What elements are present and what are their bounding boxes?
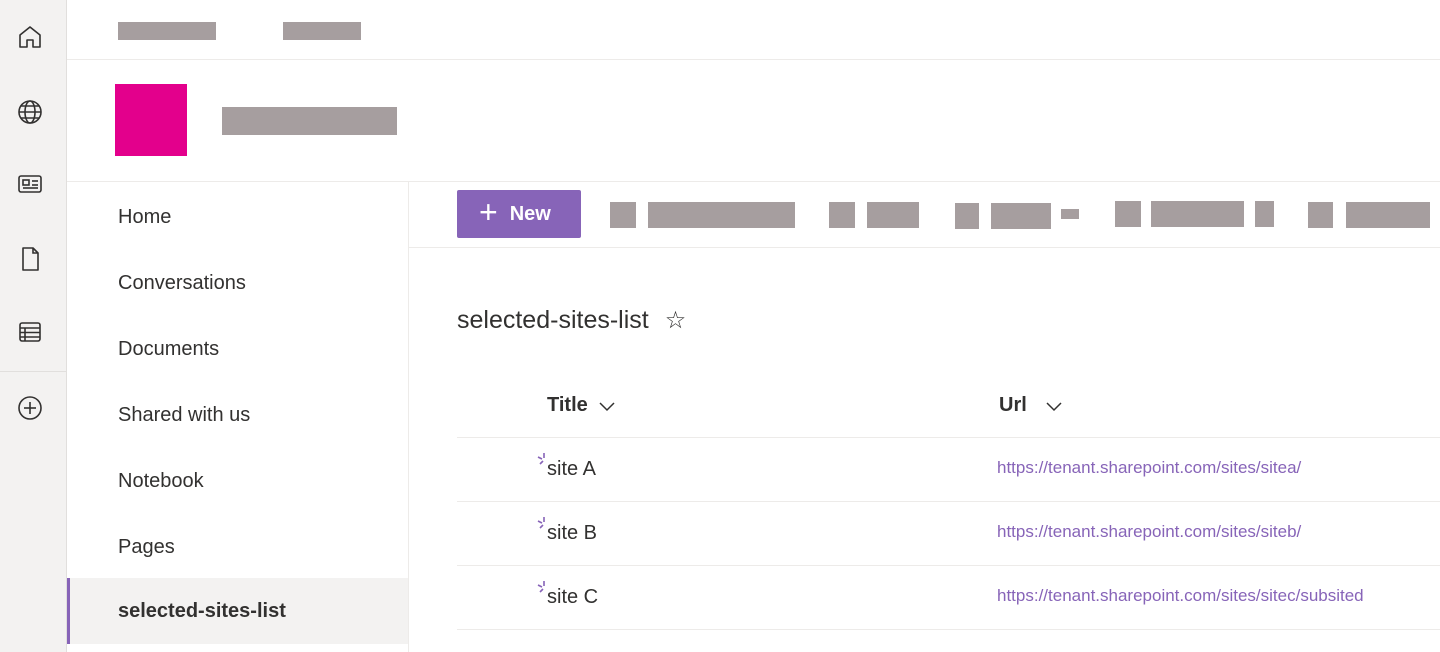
suite-bar [67,0,1440,60]
nav-item-label: Documents [118,337,220,360]
nav-item-home[interactable]: Home [67,184,408,250]
command-bar: + New [409,182,1440,248]
add-circle-icon[interactable] [14,392,46,424]
nav-item-conversations[interactable]: Conversations [67,250,408,316]
list-title-text: selected-sites-list [457,306,649,334]
site-title-redacted[interactable] [222,107,397,135]
site-header [67,60,1440,182]
column-header-label: Url [999,394,1027,416]
row-title: site A [547,458,596,480]
row-url-link[interactable]: https://tenant.sharepoint.com/sites/site… [997,586,1364,606]
table-row[interactable]: site C https://tenant.sharepoint.com/sit… [457,566,1440,630]
redacted-command[interactable] [1255,201,1274,227]
redacted-command[interactable] [648,202,795,228]
globe-icon[interactable] [14,96,46,128]
list-view: selected-sites-list ☆ Title Url site A h… [409,248,1440,652]
row-url-link[interactable]: https://tenant.sharepoint.com/sites/site… [997,522,1301,542]
redacted-command-icon[interactable] [610,202,636,228]
news-icon[interactable] [14,168,46,200]
redacted-link[interactable] [283,22,361,40]
nav-item-label: Notebook [118,469,204,492]
rail-divider [0,371,66,372]
nav-item-shared-with-us[interactable]: Shared with us [67,382,408,448]
chevron-down-icon [599,401,615,411]
column-header-label: Title [547,394,588,416]
nav-item-pages[interactable]: Pages [67,514,408,580]
row-title: site C [547,586,599,608]
list-icon[interactable] [14,316,46,348]
left-navigation: Home Conversations Documents Shared with… [67,182,409,652]
nav-item-label: Pages [118,535,175,558]
column-header-title[interactable]: Title [547,394,616,417]
nav-item-selected-sites-list[interactable]: selected-sites-list [67,578,408,644]
chevron-down-icon [1046,401,1062,411]
column-header-url[interactable]: Url [999,394,1063,417]
redacted-command-icon[interactable] [829,202,855,228]
redacted-command[interactable] [1151,201,1244,227]
nav-item-documents[interactable]: Documents [67,316,408,382]
nav-item-notebook[interactable]: Notebook [67,448,408,514]
home-icon[interactable] [14,21,46,53]
redacted-command[interactable] [1346,202,1430,228]
table-row[interactable]: site B https://tenant.sharepoint.com/sit… [457,502,1440,566]
star-icon[interactable]: ☆ [665,306,687,335]
row-title: site B [547,522,598,544]
row-url-link[interactable]: https://tenant.sharepoint.com/sites/site… [997,458,1301,478]
nav-item-label: Conversations [118,271,246,294]
redacted-command-chevron[interactable] [1061,209,1079,219]
new-button-label: New [509,202,551,225]
nav-item-label: selected-sites-list [118,599,286,622]
plus-icon: + [479,194,498,230]
list-title: selected-sites-list ☆ [457,306,686,335]
nav-item-label: Shared with us [118,403,251,426]
redacted-command-icon[interactable] [955,203,979,229]
redacted-command[interactable] [867,202,919,228]
redacted-command[interactable] [991,203,1051,229]
table-row[interactable]: site A https://tenant.sharepoint.com/sit… [457,438,1440,502]
nav-item-label: Home [118,205,172,228]
redacted-command-icon[interactable] [1308,202,1333,228]
new-button[interactable]: + New [457,190,581,238]
redacted-command-icon[interactable] [1115,201,1141,227]
app-rail [0,0,67,652]
file-icon[interactable] [14,243,46,275]
site-logo[interactable] [115,84,187,156]
redacted-link[interactable] [118,22,216,40]
